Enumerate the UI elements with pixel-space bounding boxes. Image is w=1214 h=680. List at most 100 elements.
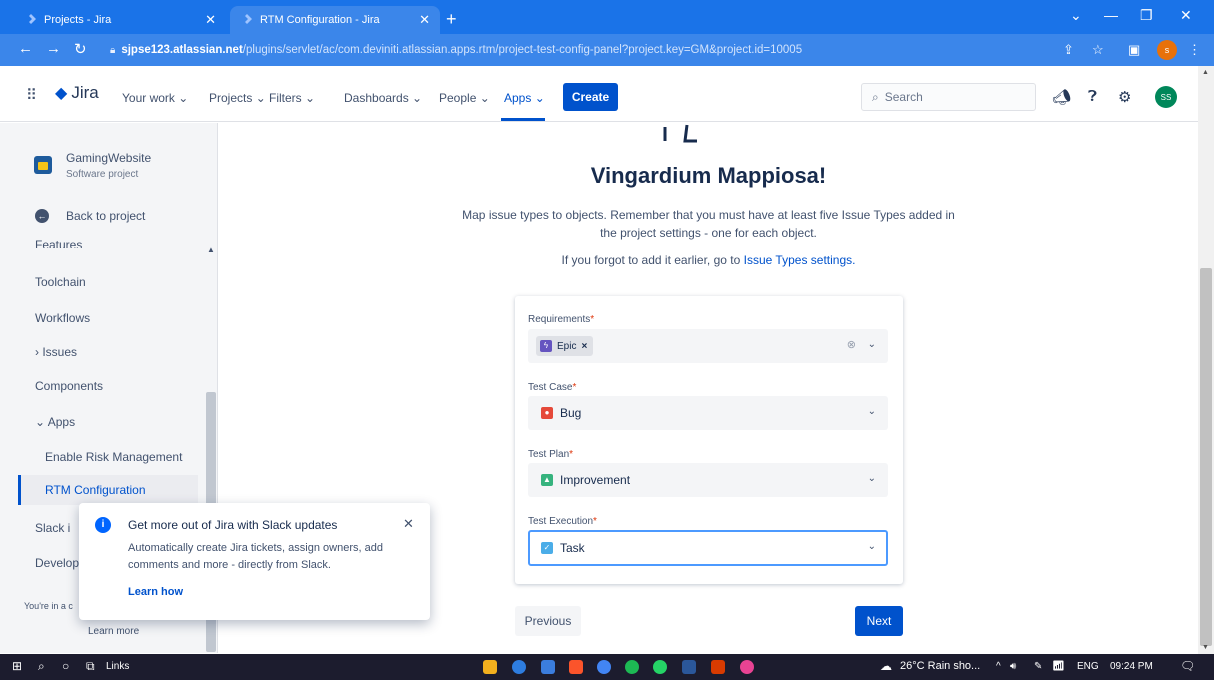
chevron-down-icon[interactable]: ⌄ bbox=[868, 406, 876, 417]
sidebar-item-slack[interactable]: Slack i bbox=[35, 521, 70, 535]
sidebar-item-development[interactable]: Develop bbox=[35, 556, 79, 570]
nav-your-work[interactable]: Your work ⌄ bbox=[122, 91, 188, 105]
network-icon[interactable]: 📶︎ bbox=[1052, 661, 1065, 672]
nav-filters[interactable]: Filters ⌄ bbox=[269, 91, 315, 105]
reload-icon[interactable]: ↻ bbox=[74, 40, 87, 58]
scroll-up-icon[interactable]: ▲ bbox=[207, 245, 215, 254]
sidebar-item-apps[interactable]: ⌄ Apps bbox=[35, 415, 75, 429]
project-name[interactable]: GamingWebsite bbox=[66, 151, 151, 165]
windows-taskbar: ⊞ ⌕ ○ ⧉ Links ☁︎ 26°C Rain sho... ^ 🔊︎ ✎… bbox=[0, 654, 1214, 680]
sidebar-item-workflows[interactable]: Workflows bbox=[35, 311, 90, 325]
sidebar-footer-text: You're in a c bbox=[24, 601, 73, 611]
test-case-select[interactable]: ● Bug ⌄ bbox=[528, 396, 888, 430]
links-toolbar[interactable]: Links bbox=[106, 661, 129, 672]
create-button[interactable]: Create bbox=[563, 83, 618, 111]
sidebar-item-components[interactable]: Components bbox=[35, 379, 103, 393]
chevron-down-icon[interactable]: ⌄ bbox=[868, 541, 876, 552]
app-icon[interactable] bbox=[541, 660, 555, 674]
previous-button[interactable]: Previous bbox=[515, 606, 581, 636]
file-explorer-icon[interactable] bbox=[483, 660, 497, 674]
url-field[interactable]: 🔒︎ sjpse123.atlassian.net /plugins/servl… bbox=[110, 39, 1050, 61]
weather-widget[interactable]: 26°C Rain sho... bbox=[900, 660, 980, 672]
word-icon[interactable] bbox=[682, 660, 696, 674]
active-nav-underline bbox=[501, 118, 545, 121]
browser-profile-avatar[interactable]: s bbox=[1157, 40, 1177, 60]
jira-logo[interactable]: ◆ Jira bbox=[55, 83, 99, 103]
sidebar-item-features[interactable]: Features bbox=[35, 238, 82, 248]
spotify-icon[interactable] bbox=[625, 660, 639, 674]
requirements-select[interactable]: ϟ Epic × ⊗ ⌄ bbox=[528, 329, 888, 363]
test-execution-label: Test Execution* bbox=[528, 516, 597, 527]
toast-title: Get more out of Jira with Slack updates bbox=[128, 518, 338, 532]
issue-types-settings-link[interactable]: Issue Types settings. bbox=[744, 253, 856, 267]
maximize-icon[interactable]: ❐ bbox=[1140, 7, 1153, 24]
search-icon: ⌕ bbox=[872, 89, 879, 104]
close-tab-icon[interactable]: ✕ bbox=[419, 12, 430, 28]
user-avatar[interactable]: SS bbox=[1155, 86, 1177, 108]
sidebar-item-rtm-configuration[interactable]: RTM Configuration bbox=[18, 475, 198, 505]
sidebar-item-issues[interactable]: › Issues bbox=[35, 345, 77, 359]
forward-arrow-icon[interactable]: → bbox=[46, 40, 61, 57]
nav-dashboards[interactable]: Dashboards ⌄ bbox=[344, 91, 422, 105]
test-plan-label: Test Plan* bbox=[528, 449, 574, 460]
scroll-up-icon[interactable]: ▲ bbox=[1202, 69, 1209, 76]
page-scrollbar[interactable]: ▲ ▼ bbox=[1198, 66, 1214, 654]
back-to-project-link[interactable]: Back to project bbox=[66, 209, 145, 223]
back-arrow-icon[interactable]: ← bbox=[18, 40, 33, 57]
new-tab-icon[interactable]: + bbox=[446, 9, 457, 30]
settings-gear-icon[interactable]: ⚙ bbox=[1118, 88, 1131, 106]
clear-selection-icon[interactable]: ⊗ bbox=[847, 338, 856, 351]
back-arrow-icon[interactable]: ← bbox=[35, 209, 49, 223]
scroll-down-icon[interactable]: ▼ bbox=[1202, 644, 1209, 651]
remove-tag-icon[interactable]: × bbox=[581, 341, 587, 352]
search-input[interactable]: ⌕ Search bbox=[861, 83, 1036, 111]
sidebar-item-toolchain[interactable]: Toolchain bbox=[35, 275, 86, 289]
test-execution-select[interactable]: ✓ Task ⌄ bbox=[528, 530, 888, 566]
close-icon[interactable]: ✕ bbox=[403, 516, 414, 532]
jira-favicon-icon bbox=[24, 13, 38, 27]
whatsapp-icon[interactable] bbox=[653, 660, 667, 674]
info-icon: i bbox=[95, 517, 111, 533]
clock[interactable]: 09:24 PM bbox=[1110, 661, 1153, 672]
nav-apps[interactable]: Apps ⌄ bbox=[504, 91, 545, 105]
notifications-icon[interactable]: 📣︎ bbox=[1052, 88, 1071, 106]
office-icon[interactable] bbox=[711, 660, 725, 674]
close-window-icon[interactable]: ✕ bbox=[1180, 7, 1192, 24]
learn-how-link[interactable]: Learn how bbox=[128, 586, 183, 598]
language-indicator[interactable]: ENG bbox=[1077, 661, 1099, 672]
next-button[interactable]: Next bbox=[855, 606, 903, 636]
browser-tab-rtm-configuration[interactable]: RTM Configuration - Jira ✕ bbox=[230, 6, 440, 34]
learn-more-link[interactable]: Learn more bbox=[88, 626, 139, 637]
search-icon[interactable]: ⌕ bbox=[38, 659, 45, 674]
app-icon[interactable] bbox=[740, 660, 754, 674]
description-text: Map issue types to objects. Remember tha… bbox=[462, 208, 955, 222]
volume-icon[interactable]: 🔊︎ bbox=[1010, 661, 1016, 672]
chevron-down-icon[interactable]: ⌄ bbox=[868, 339, 876, 350]
scrollbar-thumb[interactable] bbox=[1200, 268, 1212, 646]
windows-start-icon[interactable]: ⊞ bbox=[12, 659, 22, 673]
browser-menu-icon[interactable]: ⋮ bbox=[1188, 42, 1201, 58]
task-icon: ✓ bbox=[541, 542, 553, 554]
app-switcher-icon[interactable]: ⠿ bbox=[26, 86, 37, 104]
test-plan-select[interactable]: ▲ Improvement ⌄ bbox=[528, 463, 888, 497]
help-icon[interactable]: ❓︎ bbox=[1088, 88, 1097, 105]
nav-projects[interactable]: Projects ⌄ bbox=[209, 91, 266, 105]
brave-icon[interactable] bbox=[569, 660, 583, 674]
cortana-icon[interactable]: ○ bbox=[62, 659, 69, 673]
bookmark-star-icon[interactable]: ☆ bbox=[1092, 42, 1104, 58]
sidebar-item-enable-risk-management[interactable]: Enable Risk Management bbox=[45, 450, 182, 464]
chrome-icon[interactable] bbox=[597, 660, 611, 674]
edge-icon[interactable] bbox=[512, 660, 526, 674]
side-panel-icon[interactable]: ▣ bbox=[1128, 42, 1140, 58]
share-icon[interactable]: ⇪ bbox=[1063, 42, 1074, 58]
chevron-down-icon[interactable]: ⌄ bbox=[868, 473, 876, 484]
pen-icon[interactable]: ✎ bbox=[1034, 661, 1042, 672]
close-tab-icon[interactable]: ✕ bbox=[205, 12, 216, 28]
task-view-icon[interactable]: ⧉ bbox=[86, 659, 95, 674]
chevron-down-icon[interactable]: ⌄ bbox=[1070, 7, 1082, 24]
notification-center-icon[interactable]: 🗨︎ bbox=[1180, 659, 1195, 673]
nav-people[interactable]: People ⌄ bbox=[439, 91, 490, 105]
minimize-icon[interactable]: — bbox=[1104, 7, 1118, 23]
tray-chevron-icon[interactable]: ^ bbox=[996, 661, 1001, 672]
browser-tab-projects[interactable]: Projects - Jira ✕ bbox=[14, 6, 226, 34]
